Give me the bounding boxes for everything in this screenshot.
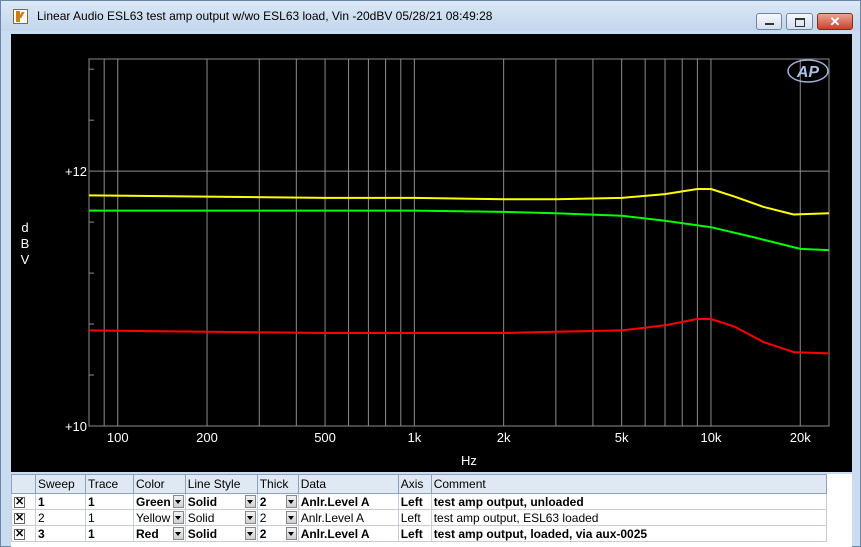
y-axis-label: V bbox=[21, 252, 30, 267]
x-tick-label: 10k bbox=[700, 430, 721, 445]
cell-trace: 1 bbox=[85, 509, 134, 526]
cell-trace: 1 bbox=[85, 493, 134, 510]
cell-color-dropdown[interactable]: Green bbox=[133, 493, 186, 510]
col-header-comment[interactable]: Comment bbox=[430, 474, 827, 494]
app-window: Linear Audio ESL63 test amp output w/wo … bbox=[0, 0, 861, 547]
cell-axis[interactable]: Left bbox=[397, 525, 432, 542]
cell-thick-dropdown[interactable]: 2 bbox=[256, 525, 299, 542]
x-tick-label: 20k bbox=[790, 430, 811, 445]
col-header-axis[interactable]: Axis bbox=[397, 474, 432, 494]
row-checkbox[interactable] bbox=[11, 525, 36, 542]
ap-logo: AP bbox=[787, 59, 829, 83]
table-row[interactable]: 2 1 Yellow Solid 2 Anlr.Level A Left tes… bbox=[11, 509, 827, 526]
graph-panel[interactable]: 100 200 500 1k 2k 5k 10k 20k +10 +12 d B V Hz AP bbox=[11, 34, 852, 472]
trace-line-3 bbox=[88, 318, 830, 355]
x-tick-label: 5k bbox=[615, 430, 629, 445]
ap-logo-text: AP bbox=[796, 64, 820, 81]
cell-line-style-dropdown[interactable]: Solid bbox=[184, 509, 258, 526]
frequency-response-chart[interactable]: 100 200 500 1k 2k 5k 10k 20k +10 +12 dBV Hz AP bbox=[11, 34, 852, 472]
plot-frame bbox=[88, 58, 830, 427]
cell-comment[interactable]: test amp output, unloaded bbox=[430, 493, 827, 510]
table-row[interactable]: 1 1 Green Solid 2 Anlr.Level A Left test… bbox=[11, 493, 827, 510]
checkbox-checked-icon[interactable] bbox=[14, 495, 25, 508]
close-button[interactable]: ✕ bbox=[817, 13, 853, 30]
y-axis-label: B bbox=[21, 236, 30, 251]
col-header-sweep[interactable]: Sweep bbox=[35, 474, 86, 494]
y-tick-label: +10 bbox=[65, 419, 87, 434]
col-header-data[interactable]: Data bbox=[297, 474, 399, 494]
x-axis-label: Hz bbox=[461, 453, 477, 468]
cell-sweep: 2 bbox=[35, 509, 86, 526]
y-tick-label: +12 bbox=[65, 164, 87, 179]
trace-line-1 bbox=[89, 209, 830, 252]
table-row[interactable]: 3 1 Red Solid 2 Anlr.Level A Left test a… bbox=[11, 525, 827, 542]
cell-color-dropdown[interactable]: Yellow bbox=[133, 509, 186, 526]
cell-color-dropdown[interactable]: Red bbox=[133, 525, 186, 542]
checkbox-checked-icon[interactable] bbox=[14, 527, 25, 540]
x-tick-label: 100 bbox=[107, 430, 129, 445]
cell-line-style-dropdown[interactable]: Solid bbox=[184, 525, 258, 542]
cell-comment[interactable]: test amp output, ESL63 loaded bbox=[430, 509, 827, 526]
checkbox-checked-icon[interactable] bbox=[14, 511, 25, 524]
cell-trace: 1 bbox=[85, 525, 134, 542]
app-icon[interactable] bbox=[13, 9, 28, 24]
maximize-button[interactable] bbox=[786, 13, 813, 30]
x-tick-label: 500 bbox=[314, 430, 336, 445]
cell-thick-dropdown[interactable]: 2 bbox=[256, 493, 299, 510]
cell-sweep: 1 bbox=[35, 493, 86, 510]
x-tick-label: 200 bbox=[196, 430, 218, 445]
cell-comment[interactable]: test amp output, loaded, via aux-0025 bbox=[430, 525, 827, 542]
title-bar[interactable]: Linear Audio ESL63 test amp output w/wo … bbox=[1, 1, 860, 31]
cell-data[interactable]: Anlr.Level A bbox=[297, 493, 399, 510]
y-axis-label: d bbox=[21, 220, 28, 235]
cell-line-style-dropdown[interactable]: Solid bbox=[184, 493, 258, 510]
row-checkbox[interactable] bbox=[11, 493, 36, 510]
col-header-color[interactable]: Color bbox=[133, 474, 186, 494]
cell-axis[interactable]: Left bbox=[397, 509, 432, 526]
cell-data[interactable]: Anlr.Level A bbox=[297, 525, 399, 542]
x-tick-label: 2k bbox=[497, 430, 511, 445]
minimize-button[interactable] bbox=[756, 13, 782, 30]
cell-data[interactable]: Anlr.Level A bbox=[297, 509, 399, 526]
col-header-trace[interactable]: Trace bbox=[85, 474, 134, 494]
col-header-line-style[interactable]: Line Style bbox=[184, 474, 258, 494]
cell-thick-dropdown[interactable]: 2 bbox=[256, 509, 299, 526]
col-header-thick[interactable]: Thick bbox=[256, 474, 299, 494]
cell-sweep: 3 bbox=[35, 525, 86, 542]
table-header-row: Sweep Trace Color Line Style Thick Data … bbox=[11, 474, 827, 494]
close-icon: ✕ bbox=[829, 14, 841, 29]
x-tick-label: 1k bbox=[407, 430, 421, 445]
col-header-check bbox=[11, 474, 36, 494]
row-checkbox[interactable] bbox=[11, 509, 36, 526]
cell-axis[interactable]: Left bbox=[397, 493, 432, 510]
trace-table[interactable]: Sweep Trace Color Line Style Thick Data … bbox=[11, 474, 852, 547]
window-title: Linear Audio ESL63 test amp output w/wo … bbox=[37, 9, 493, 23]
